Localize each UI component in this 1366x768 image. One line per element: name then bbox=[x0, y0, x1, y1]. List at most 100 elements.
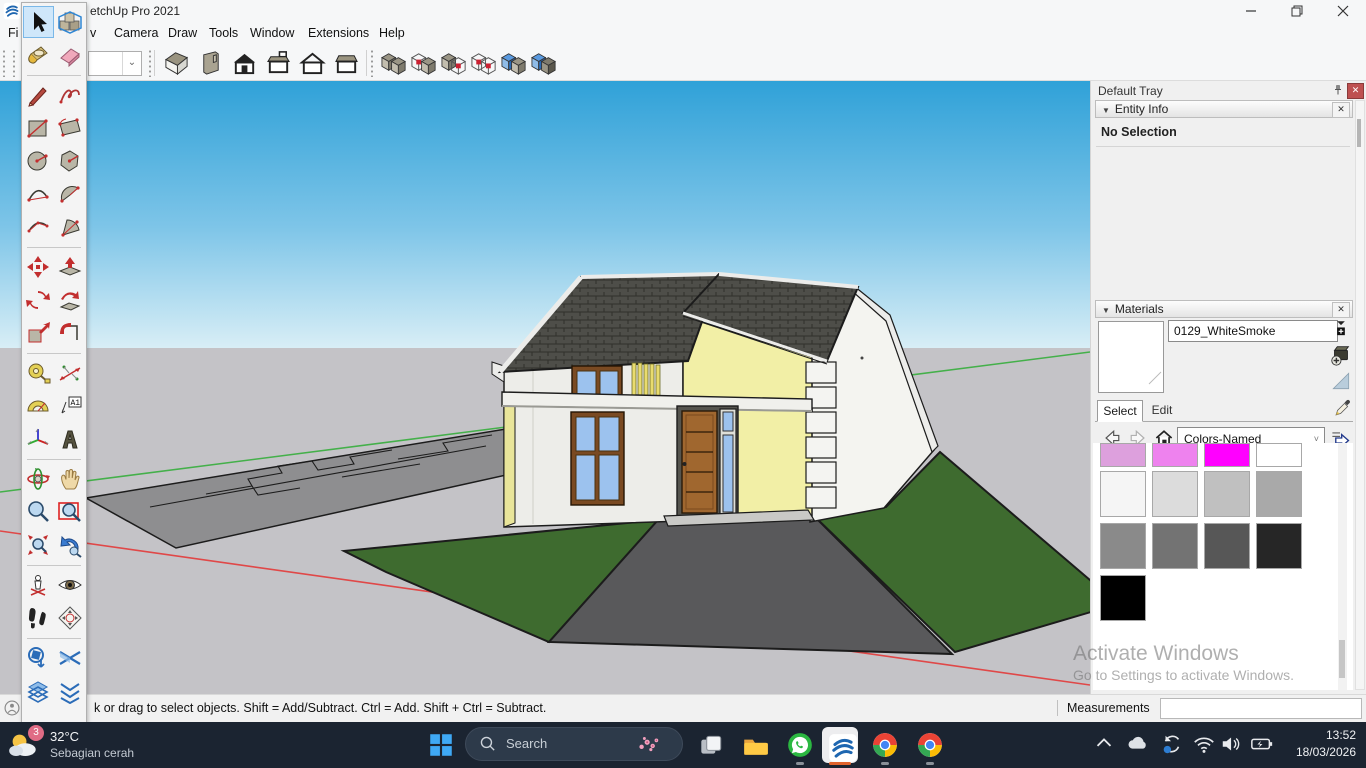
material-preview[interactable] bbox=[1098, 321, 1164, 393]
onedrive-icon[interactable] bbox=[1126, 732, 1150, 756]
freehand-tool[interactable] bbox=[55, 79, 86, 111]
toolbar-grip[interactable] bbox=[148, 49, 152, 77]
position-camera-tool[interactable] bbox=[23, 569, 54, 601]
materials-close-button[interactable]: ✕ bbox=[1332, 302, 1350, 318]
material-name-field[interactable]: 0129_WhiteSmoke bbox=[1168, 320, 1338, 342]
tab-edit[interactable]: Edit bbox=[1143, 400, 1181, 420]
scale-tool[interactable] bbox=[23, 317, 54, 349]
view-right-button[interactable] bbox=[330, 48, 362, 77]
text-tool[interactable]: A1 bbox=[55, 390, 86, 422]
swatch-scrollbar[interactable] bbox=[1338, 443, 1347, 690]
close-button[interactable] bbox=[1320, 0, 1366, 22]
restore-button[interactable] bbox=[1274, 0, 1320, 22]
toolbar-grip[interactable] bbox=[2, 49, 6, 77]
whatsapp-button[interactable] bbox=[786, 731, 814, 759]
three-point-arc-tool[interactable] bbox=[23, 211, 54, 243]
zoom-tool[interactable] bbox=[23, 496, 54, 528]
line-tool[interactable] bbox=[23, 79, 54, 111]
display-section-fill-button[interactable] bbox=[468, 48, 500, 77]
chevron-up-icon[interactable] bbox=[1092, 732, 1116, 756]
search-box[interactable]: Search bbox=[465, 727, 683, 761]
offset-tool[interactable] bbox=[55, 317, 86, 349]
protractor-tool[interactable] bbox=[23, 390, 54, 422]
orbit-tool[interactable] bbox=[23, 463, 54, 495]
view-top-button[interactable] bbox=[194, 48, 226, 77]
material-swatch[interactable] bbox=[1100, 443, 1146, 467]
follow-me-tool[interactable] bbox=[55, 284, 86, 316]
toolbar-combobox[interactable]: ⌄ bbox=[88, 51, 142, 76]
push-pull-tool[interactable] bbox=[55, 251, 86, 283]
menu-item-window[interactable]: Window bbox=[248, 22, 296, 45]
select-tool[interactable] bbox=[23, 6, 54, 38]
menu-item-help[interactable]: Help bbox=[377, 22, 407, 45]
section-blue-2-button[interactable] bbox=[528, 48, 560, 77]
material-swatch[interactable] bbox=[1256, 443, 1302, 467]
sample-paint-button[interactable] bbox=[1331, 371, 1351, 391]
menu-item-fi[interactable]: Fi bbox=[6, 22, 20, 45]
move-tool[interactable] bbox=[23, 251, 54, 283]
view-left-button[interactable] bbox=[296, 48, 328, 77]
toolbar-grip[interactable] bbox=[12, 49, 16, 77]
rectangle-tool[interactable] bbox=[23, 112, 54, 144]
chrome-button-1[interactable] bbox=[871, 731, 899, 759]
materials-header[interactable]: ▼Materials ✕ bbox=[1095, 300, 1353, 318]
3d-text-tool[interactable] bbox=[55, 423, 86, 455]
tray-scrollbar[interactable] bbox=[1355, 100, 1365, 690]
house-model[interactable] bbox=[492, 274, 938, 527]
minimize-button[interactable] bbox=[1228, 0, 1274, 22]
zoom-window-tool[interactable] bbox=[55, 496, 86, 528]
section-outer-tool[interactable] bbox=[55, 675, 86, 707]
menu-item-tools[interactable]: Tools bbox=[207, 22, 240, 45]
material-swatch[interactable] bbox=[1204, 471, 1250, 517]
walk-tool[interactable] bbox=[23, 602, 54, 634]
material-swatch[interactable] bbox=[1100, 523, 1146, 569]
view-iso-button[interactable] bbox=[160, 48, 192, 77]
sketchup-taskbar-button[interactable] bbox=[822, 727, 858, 763]
view-back-button[interactable] bbox=[262, 48, 294, 77]
material-swatch[interactable] bbox=[1256, 523, 1302, 569]
material-swatch[interactable] bbox=[1152, 471, 1198, 517]
task-view-button[interactable] bbox=[697, 731, 725, 759]
axes-tool[interactable] bbox=[23, 423, 54, 455]
geolocation-icon[interactable] bbox=[2, 698, 22, 718]
section-blue-1-button[interactable] bbox=[498, 48, 530, 77]
toolbar-grip[interactable] bbox=[370, 49, 374, 77]
eraser-tool[interactable] bbox=[55, 39, 86, 71]
material-swatch[interactable] bbox=[1204, 523, 1250, 569]
menu-item-extensions[interactable]: Extensions bbox=[306, 22, 371, 45]
file-explorer-button[interactable] bbox=[741, 731, 769, 759]
weather-widget[interactable]: 3 32°C Sebagian cerah bbox=[8, 726, 208, 764]
rotated-rectangle-tool[interactable] bbox=[55, 112, 86, 144]
chrome-button-2[interactable] bbox=[916, 731, 944, 759]
previous-tool[interactable] bbox=[55, 529, 86, 561]
section-plane-tool-button[interactable] bbox=[378, 48, 410, 77]
zoom-extents-tool[interactable] bbox=[23, 529, 54, 561]
section-cuts-tool[interactable] bbox=[55, 642, 86, 674]
menu-item-draw[interactable]: Draw bbox=[166, 22, 199, 45]
collapse-caret-icon[interactable]: ▼ bbox=[1102, 306, 1110, 315]
wifi-icon[interactable] bbox=[1192, 732, 1216, 756]
rotate-tool[interactable] bbox=[23, 284, 54, 316]
material-swatch[interactable] bbox=[1152, 523, 1198, 569]
sync-icon[interactable] bbox=[1160, 732, 1184, 756]
pan-tool[interactable] bbox=[55, 463, 86, 495]
look-around-tool[interactable] bbox=[55, 569, 86, 601]
paint-bucket-tool[interactable] bbox=[23, 39, 54, 71]
display-section-planes-button[interactable] bbox=[408, 48, 440, 77]
polygon-tool[interactable] bbox=[55, 145, 86, 177]
section-fill-tool[interactable] bbox=[23, 675, 54, 707]
material-swatch[interactable] bbox=[1204, 443, 1250, 467]
material-swatch[interactable] bbox=[1152, 443, 1198, 467]
section-plane-tool[interactable] bbox=[55, 602, 86, 634]
collapse-caret-icon[interactable]: ▼ bbox=[1102, 106, 1110, 115]
menu-item-camera[interactable]: Camera bbox=[112, 22, 160, 45]
viewport-3d[interactable] bbox=[0, 80, 1090, 694]
material-swatch[interactable] bbox=[1256, 471, 1302, 517]
entity-info-close-button[interactable]: ✕ bbox=[1332, 102, 1350, 118]
tab-select[interactable]: Select bbox=[1097, 400, 1143, 422]
tape-measure-tool[interactable] bbox=[23, 357, 54, 389]
material-swatch[interactable] bbox=[1100, 471, 1146, 517]
display-secondary-pane-button[interactable] bbox=[1331, 319, 1351, 339]
make-component-tool[interactable] bbox=[55, 6, 86, 38]
volume-icon[interactable] bbox=[1220, 732, 1244, 756]
